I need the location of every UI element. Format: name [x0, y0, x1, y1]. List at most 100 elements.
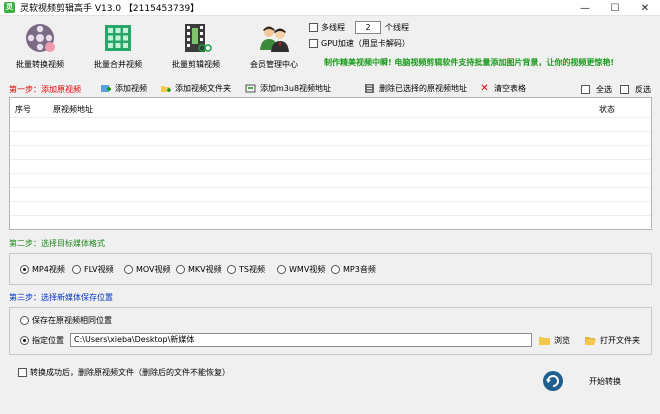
format-option-wmv[interactable]: WMV视频 — [277, 264, 325, 275]
same-location-label: 保存在原视频相同位置 — [32, 316, 112, 325]
invert-select-label: 反选 — [635, 85, 651, 94]
close-button[interactable]: ✕ — [630, 0, 660, 16]
same-location-radio[interactable] — [20, 316, 29, 325]
merge-grid-icon — [105, 25, 131, 51]
format-radio-mp3[interactable] — [331, 265, 340, 274]
table-gridline — [10, 159, 651, 160]
batch-merge-button[interactable]: 批量合并视频 — [90, 22, 146, 72]
step1-label: 第一步：添加原视频 — [9, 85, 81, 94]
format-option-mp3[interactable]: MP3音频 — [331, 264, 376, 275]
format-label-mp4: MP4视频 — [32, 265, 65, 274]
format-radio-mov[interactable] — [124, 265, 133, 274]
delete-list-icon — [364, 83, 375, 94]
multithread-option[interactable]: 多线程 2 个线程 — [309, 21, 409, 34]
add-m3u8-label: 添加m3u8视频地址 — [260, 84, 332, 93]
film-reel-icon — [26, 24, 55, 52]
select-all-option[interactable]: 全选 — [581, 84, 612, 95]
gpu-option[interactable]: GPU加速（用显卡解码） — [309, 38, 410, 49]
app-icon: 灵 — [4, 2, 15, 13]
batch-convert-label: 批量转换视频 — [16, 60, 64, 69]
browse-label: 浏览 — [554, 336, 570, 345]
save-path-input[interactable]: C:\Users\xieba\Desktop\新媒体 — [70, 333, 532, 347]
column-index[interactable]: 序号 — [15, 104, 31, 115]
batch-convert-button[interactable]: 批量转换视频 — [12, 22, 68, 72]
step3-label: 第三步：选择新媒体保存位置 — [9, 293, 113, 302]
format-option-mkv[interactable]: MKV视频 — [176, 264, 222, 275]
open-folder-icon — [585, 337, 596, 345]
invert-select-option[interactable]: 反选 — [620, 84, 651, 95]
format-radio-ts[interactable] — [227, 265, 236, 274]
multithread-checkbox[interactable] — [309, 23, 318, 32]
multithread-label: 多线程 — [321, 23, 345, 32]
format-label-wmv: WMV视频 — [289, 265, 326, 274]
browse-button[interactable]: 浏览 — [539, 335, 570, 346]
select-all-label: 全选 — [596, 85, 612, 94]
thread-count-input[interactable]: 2 — [355, 21, 381, 34]
add-m3u8-button[interactable]: 添加m3u8视频地址 — [245, 83, 331, 94]
custom-location-label: 指定位置 — [32, 336, 64, 345]
promo-text: 制作精美视频中瞬! 电脑视频剪辑软件支持批量添加图片背景，让你的视频更惊艳! — [324, 58, 615, 67]
custom-location-radio[interactable] — [20, 336, 29, 345]
format-radio-mkv[interactable] — [176, 265, 185, 274]
select-all-checkbox[interactable] — [581, 85, 590, 94]
invert-select-checkbox[interactable] — [620, 85, 629, 94]
table-gridline — [10, 117, 651, 118]
format-option-ts[interactable]: TS视频 — [227, 264, 265, 275]
minimize-button[interactable]: — — [570, 0, 600, 16]
add-folder-label: 添加视频文件夹 — [175, 84, 231, 93]
same-location-option[interactable]: 保存在原视频相同位置 — [20, 315, 112, 326]
maximize-button[interactable]: ☐ — [600, 0, 630, 16]
member-center-button[interactable]: 会员管理中心 — [246, 22, 302, 72]
gpu-checkbox[interactable] — [309, 39, 318, 48]
batch-merge-label: 批量合并视频 — [94, 60, 142, 69]
start-convert-label: 开始转换 — [589, 376, 621, 386]
video-table[interactable]: 序号 原视频地址 状态 — [9, 97, 652, 230]
window-title: 灵软视频剪辑高手 V13.0 【2115453739】 — [20, 4, 200, 14]
folder-icon — [539, 337, 550, 345]
custom-location-option[interactable]: 指定位置 — [20, 335, 64, 346]
delete-after-label: 转换成功后，删除原视频文件（删除后的文件不能恢复） — [30, 368, 230, 377]
format-option-mov[interactable]: MOV视频 — [124, 264, 171, 275]
delete-selected-label: 删除已选择的原视频地址 — [379, 84, 467, 93]
format-radio-flv[interactable] — [72, 265, 81, 274]
clear-table-label: 清空表格 — [494, 84, 526, 93]
clear-icon: ✕ — [480, 83, 489, 94]
format-label-flv: FLV视频 — [84, 265, 114, 274]
gpu-label: GPU加速（用显卡解码） — [321, 39, 410, 48]
add-video-icon — [100, 83, 111, 94]
users-icon — [260, 26, 289, 52]
member-center-label: 会员管理中心 — [250, 60, 298, 69]
table-gridline — [10, 145, 651, 146]
format-label-mp3: MP3音频 — [343, 265, 376, 274]
format-label-mov: MOV视频 — [136, 265, 171, 274]
column-path[interactable]: 原视频地址 — [53, 104, 93, 115]
table-gridline — [10, 131, 651, 132]
title-bar: 灵 灵软视频剪辑高手 V13.0 【2115453739】 — ☐ ✕ — [0, 0, 660, 16]
column-status[interactable]: 状态 — [599, 104, 615, 115]
add-video-button[interactable]: 添加视频 — [100, 83, 147, 94]
format-option-flv[interactable]: FLV视频 — [72, 264, 114, 275]
open-folder-button[interactable]: 打开文件夹 — [585, 335, 640, 346]
batch-cut-button[interactable]: 批量剪辑视频 — [168, 22, 224, 72]
table-gridline — [10, 173, 651, 174]
delete-after-checkbox[interactable] — [18, 368, 27, 377]
format-radio-mp4[interactable] — [20, 265, 29, 274]
open-folder-label: 打开文件夹 — [600, 336, 640, 345]
thread-unit-label: 个线程 — [385, 23, 409, 32]
delete-selected-button[interactable]: 删除已选择的原视频地址 — [364, 83, 467, 94]
add-folder-button[interactable]: 添加视频文件夹 — [160, 83, 231, 94]
format-radio-wmv[interactable] — [277, 265, 286, 274]
add-folder-icon — [160, 83, 171, 94]
format-option-mp4[interactable]: MP4视频 — [20, 264, 65, 275]
clear-table-button[interactable]: ✕ 清空表格 — [479, 83, 526, 94]
table-gridline — [10, 201, 651, 202]
link-icon — [245, 83, 256, 94]
format-label-mkv: MKV视频 — [188, 265, 222, 274]
delete-after-option[interactable]: 转换成功后，删除原视频文件（删除后的文件不能恢复） — [18, 367, 230, 378]
format-label-ts: TS视频 — [239, 265, 265, 274]
step2-label: 第二步：选择目标媒体格式 — [9, 239, 105, 248]
table-gridline — [10, 215, 651, 216]
table-gridline — [10, 187, 651, 188]
add-video-label: 添加视频 — [115, 84, 147, 93]
start-convert-button[interactable]: 开始转换 — [542, 370, 621, 392]
